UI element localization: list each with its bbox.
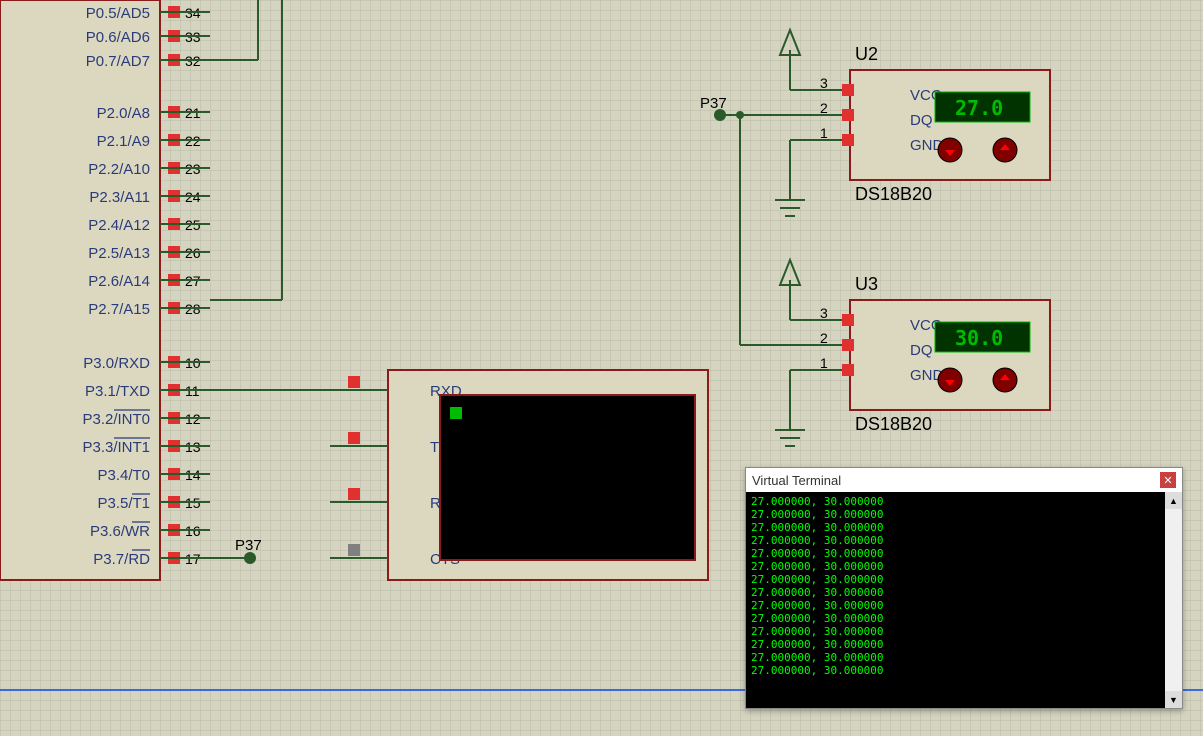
terminal-titlebar[interactable]: Virtual Terminal ✕ (746, 468, 1182, 492)
svg-text:P2.6/A14: P2.6/A14 (88, 273, 150, 290)
svg-text:P3.5/T1: P3.5/T1 (97, 495, 150, 512)
u2-ds18b20[interactable]: U2 DS18B20 VCC DQ GND 3 2 1 27.0 P37 (700, 30, 1050, 345)
u3-type: DS18B20 (855, 414, 932, 434)
mcu-p0-pins: P0.5/AD5 34 P0.6/AD6 33 P0.7/AD7 32 (86, 5, 210, 70)
svg-text:P2.1/A9: P2.1/A9 (97, 133, 150, 150)
u3-ds18b20[interactable]: U3 DS18B20 VCC DQ GND 3 2 1 30.0 (740, 260, 1050, 446)
svg-text:P2.4/A12: P2.4/A12 (88, 217, 150, 234)
svg-text:P3.6/WR: P3.6/WR (90, 523, 150, 540)
svg-text:P3.1/TXD: P3.1/TXD (85, 383, 150, 400)
svg-text:3: 3 (820, 75, 828, 91)
net-label-p37-u2: P37 (700, 95, 727, 112)
close-icon[interactable]: ✕ (1160, 472, 1176, 488)
terminal-title: Virtual Terminal (752, 473, 841, 488)
svg-text:P2.0/A8: P2.0/A8 (97, 105, 150, 122)
svg-text:P3.7/RD: P3.7/RD (93, 551, 150, 568)
svg-text:P2.2/A10: P2.2/A10 (88, 161, 150, 178)
svg-text:3: 3 (820, 305, 828, 321)
svg-text:P2.7/A15: P2.7/A15 (88, 301, 150, 318)
svg-text:2: 2 (820, 100, 828, 116)
svg-text:DQ: DQ (910, 112, 933, 129)
svg-text:P0.5/AD5: P0.5/AD5 (86, 5, 150, 22)
net-label-p37-left: P37 (235, 537, 262, 554)
svg-text:P3.3/INT1: P3.3/INT1 (82, 439, 150, 456)
u3-ref: U3 (855, 274, 878, 294)
svg-text:P0.7/AD7: P0.7/AD7 (86, 53, 150, 70)
u3-reading: 30.0 (955, 326, 1003, 350)
u2-type: DS18B20 (855, 184, 932, 204)
virtual-terminal-window[interactable]: Virtual Terminal ✕ 27.000000, 30.000000 … (745, 467, 1183, 709)
svg-text:P2.5/A13: P2.5/A13 (88, 245, 150, 262)
svg-text:P0.6/AD6: P0.6/AD6 (86, 29, 150, 46)
scrollbar[interactable]: ▲ ▼ (1165, 492, 1182, 708)
svg-text:1: 1 (820, 355, 828, 371)
svg-text:P3.2/INT0: P3.2/INT0 (82, 411, 150, 428)
svg-text:2: 2 (820, 330, 828, 346)
cursor-icon (450, 407, 462, 419)
svg-text:P3.0/RXD: P3.0/RXD (83, 355, 150, 372)
terminal-body: 27.000000, 30.000000 27.000000, 30.00000… (746, 492, 1165, 708)
u2-ref: U2 (855, 44, 878, 64)
svg-text:1: 1 (820, 125, 828, 141)
u2-reading: 27.0 (955, 96, 1003, 120)
svg-text:P3.4/T0: P3.4/T0 (97, 467, 150, 484)
svg-text:P2.3/A11: P2.3/A11 (89, 189, 150, 206)
svg-text:DQ: DQ (910, 342, 933, 359)
